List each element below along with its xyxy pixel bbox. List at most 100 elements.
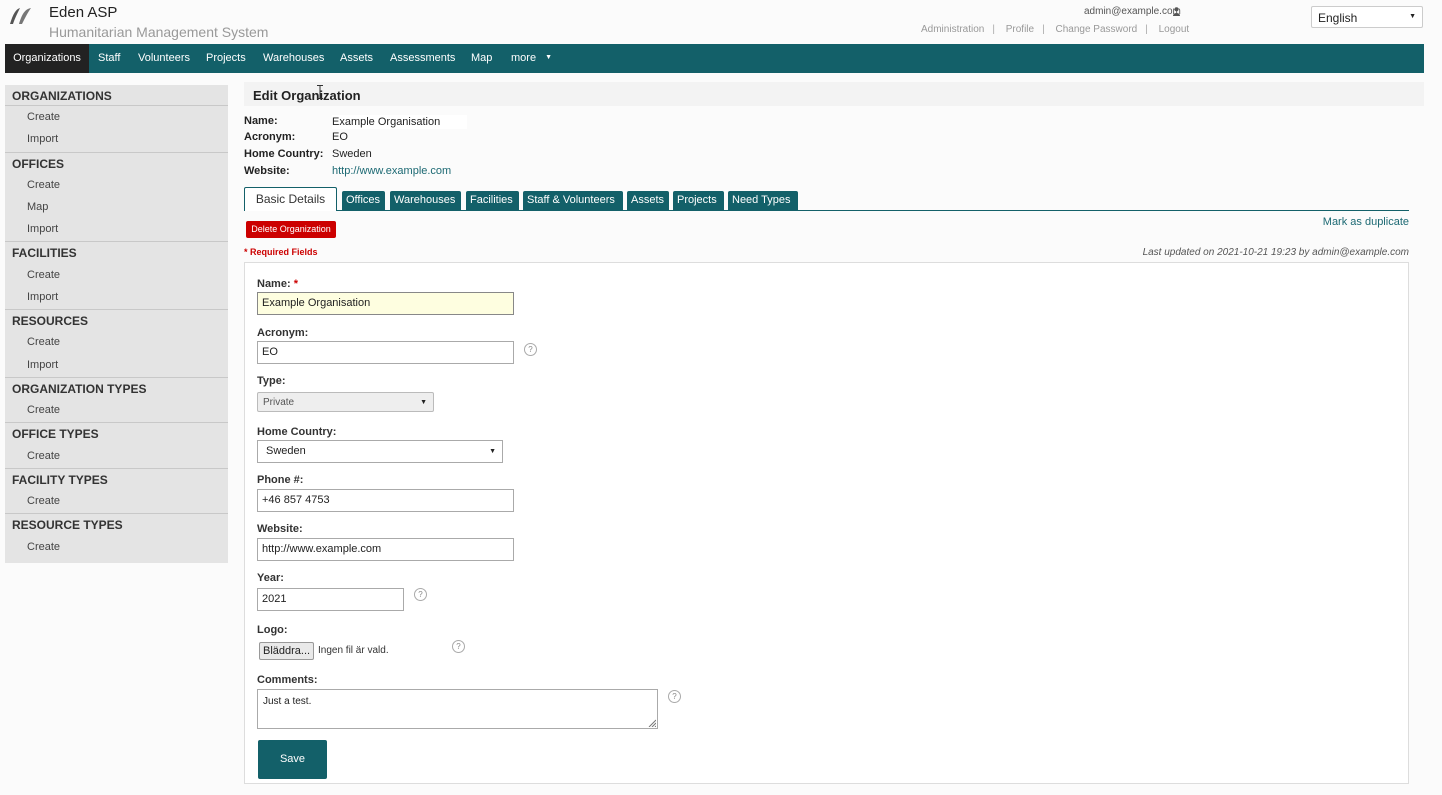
delete-organization-button[interactable]: Delete Organization	[246, 221, 336, 238]
rheader-website-label: Website:	[244, 165, 290, 177]
tab-staff-volunteers[interactable]: Staff & Volunteers	[523, 191, 623, 210]
title-bar	[244, 82, 1424, 106]
nav-volunteers[interactable]: Volunteers	[138, 44, 190, 73]
comments-textarea[interactable]: Just a test.	[257, 689, 658, 729]
nav-staff[interactable]: Staff	[98, 44, 120, 73]
language-select[interactable]: English ▼	[1311, 6, 1423, 28]
chevron-down-icon: ▼	[420, 399, 427, 406]
nav-map[interactable]: Map	[471, 44, 492, 73]
nav-warehouses[interactable]: Warehouses	[263, 44, 324, 73]
sidebar-item-create-resource-type[interactable]: Create	[27, 541, 60, 553]
required-marker: *	[293, 278, 298, 290]
help-icon[interactable]: ?	[414, 588, 427, 601]
sidebar-heading-resources[interactable]: RESOURCES	[12, 314, 88, 328]
resize-handle-icon[interactable]	[648, 719, 656, 727]
divider	[5, 422, 228, 423]
help-icon[interactable]: ?	[524, 343, 537, 356]
auth-menu: Administration | Profile | Change Password…	[921, 24, 1190, 35]
last-updated-text: Last updated on 2021-10-21 19:23 by admi…	[1142, 247, 1409, 258]
sidebar-heading-office-types[interactable]: OFFICE TYPES	[12, 427, 99, 441]
logout-link[interactable]: Logout	[1159, 24, 1190, 35]
profile-link[interactable]: Profile	[1006, 24, 1034, 35]
change-password-link[interactable]: Change Password	[1056, 24, 1138, 35]
text-cursor-icon	[317, 85, 323, 99]
acronym-label: Acronym:	[257, 327, 309, 339]
divider	[5, 309, 228, 310]
comments-value: Just a test.	[263, 696, 312, 707]
page-title: Edit Organization	[253, 88, 361, 103]
sidebar-item-import-offices[interactable]: Import	[27, 223, 58, 235]
divider	[5, 468, 228, 469]
sidebar-heading-facilities[interactable]: FACILITIES	[12, 246, 77, 260]
sidebar-item-create-organization[interactable]: Create	[27, 111, 60, 123]
sidebar-item-import-resources[interactable]: Import	[27, 359, 58, 371]
home-country-select[interactable]: Sweden ▼	[257, 440, 503, 463]
name-input[interactable]: Example Organisation	[257, 292, 514, 315]
divider	[5, 152, 228, 153]
sidebar-item-create-resource[interactable]: Create	[27, 336, 60, 348]
nav-assets[interactable]: Assets	[340, 44, 373, 73]
help-icon[interactable]: ?	[668, 690, 681, 703]
tab-projects[interactable]: Projects	[673, 191, 724, 210]
sidebar-heading-offices[interactable]: OFFICES	[12, 157, 64, 171]
type-value: Private	[263, 397, 295, 408]
sidebar-heading-organization-types[interactable]: ORGANIZATION TYPES	[12, 382, 146, 396]
sidebar-item-import-facilities[interactable]: Import	[27, 291, 58, 303]
sidebar-item-office-map[interactable]: Map	[27, 201, 48, 213]
sidebar-item-create-office-type[interactable]: Create	[27, 450, 60, 462]
required-fields-note: * Required Fields	[244, 247, 318, 257]
app-title: Eden ASP	[49, 4, 118, 21]
divider	[5, 377, 228, 378]
rheader-name-value: Example Organisation	[332, 115, 468, 129]
tab-assets[interactable]: Assets	[627, 191, 669, 210]
nav-projects[interactable]: Projects	[206, 44, 246, 73]
tab-offices[interactable]: Offices	[342, 191, 385, 210]
help-icon[interactable]: ?	[452, 640, 465, 653]
sidebar: ORGANIZATIONS Create Import OFFICES Crea…	[5, 85, 228, 563]
name-label: Name: *	[257, 278, 298, 290]
type-select[interactable]: Private ▼	[257, 392, 434, 412]
browse-file-button[interactable]: Bläddra...	[259, 642, 315, 660]
divider	[5, 513, 228, 514]
phone-input[interactable]: +46 857 4753	[257, 489, 514, 512]
rheader-website-link[interactable]: http://www.example.com	[332, 165, 451, 177]
nav-organizations[interactable]: Organizations	[5, 44, 89, 73]
sidebar-item-import-organizations[interactable]: Import	[27, 133, 58, 145]
app-subtitle: Humanitarian Management System	[49, 24, 269, 40]
user-email[interactable]: admin@example.com	[1084, 6, 1181, 17]
phone-label: Phone #:	[257, 474, 304, 486]
sidebar-item-create-facility-type[interactable]: Create	[27, 495, 60, 507]
mark-as-duplicate-link[interactable]: Mark as duplicate	[1323, 216, 1409, 228]
save-button[interactable]: Save	[258, 740, 327, 779]
divider	[5, 105, 228, 106]
user-icon	[1173, 7, 1180, 16]
language-value: English	[1318, 11, 1358, 25]
rheader-country-label: Home Country:	[244, 148, 324, 160]
website-label: Website:	[257, 523, 303, 535]
rheader-country-value: Sweden	[332, 148, 372, 160]
tab-need-types[interactable]: Need Types	[728, 191, 798, 210]
sidebar-item-create-organization-type[interactable]: Create	[27, 404, 60, 416]
year-label: Year:	[257, 572, 284, 584]
sidebar-heading-organizations[interactable]: ORGANIZATIONS	[12, 89, 112, 103]
main-nav: Organizations Staff Volunteers Projects …	[5, 44, 1424, 73]
chevron-down-icon: ▼	[545, 54, 553, 61]
tab-basic-details[interactable]: Basic Details	[244, 187, 337, 211]
file-status-text: Ingen fil är vald.	[318, 645, 389, 656]
sidebar-heading-resource-types[interactable]: RESOURCE TYPES	[12, 518, 123, 532]
sidebar-item-create-facility[interactable]: Create	[27, 269, 60, 281]
nav-more-label: more	[511, 52, 537, 64]
administration-link[interactable]: Administration	[921, 24, 984, 35]
website-input[interactable]: http://www.example.com	[257, 538, 514, 561]
rheader-acronym-value: EO	[332, 131, 348, 143]
home-country-label: Home Country:	[257, 426, 337, 438]
tab-facilities[interactable]: Facilities	[466, 191, 519, 210]
sidebar-heading-facility-types[interactable]: FACILITY TYPES	[12, 473, 108, 487]
year-input[interactable]: 2021	[257, 588, 404, 611]
tab-warehouses[interactable]: Warehouses	[390, 191, 461, 210]
nav-more[interactable]: more ▼	[511, 44, 552, 73]
logo-label: Logo:	[257, 624, 288, 636]
acronym-input[interactable]: EO	[257, 341, 514, 364]
sidebar-item-create-office[interactable]: Create	[27, 179, 60, 191]
nav-assessments[interactable]: Assessments	[390, 44, 455, 73]
